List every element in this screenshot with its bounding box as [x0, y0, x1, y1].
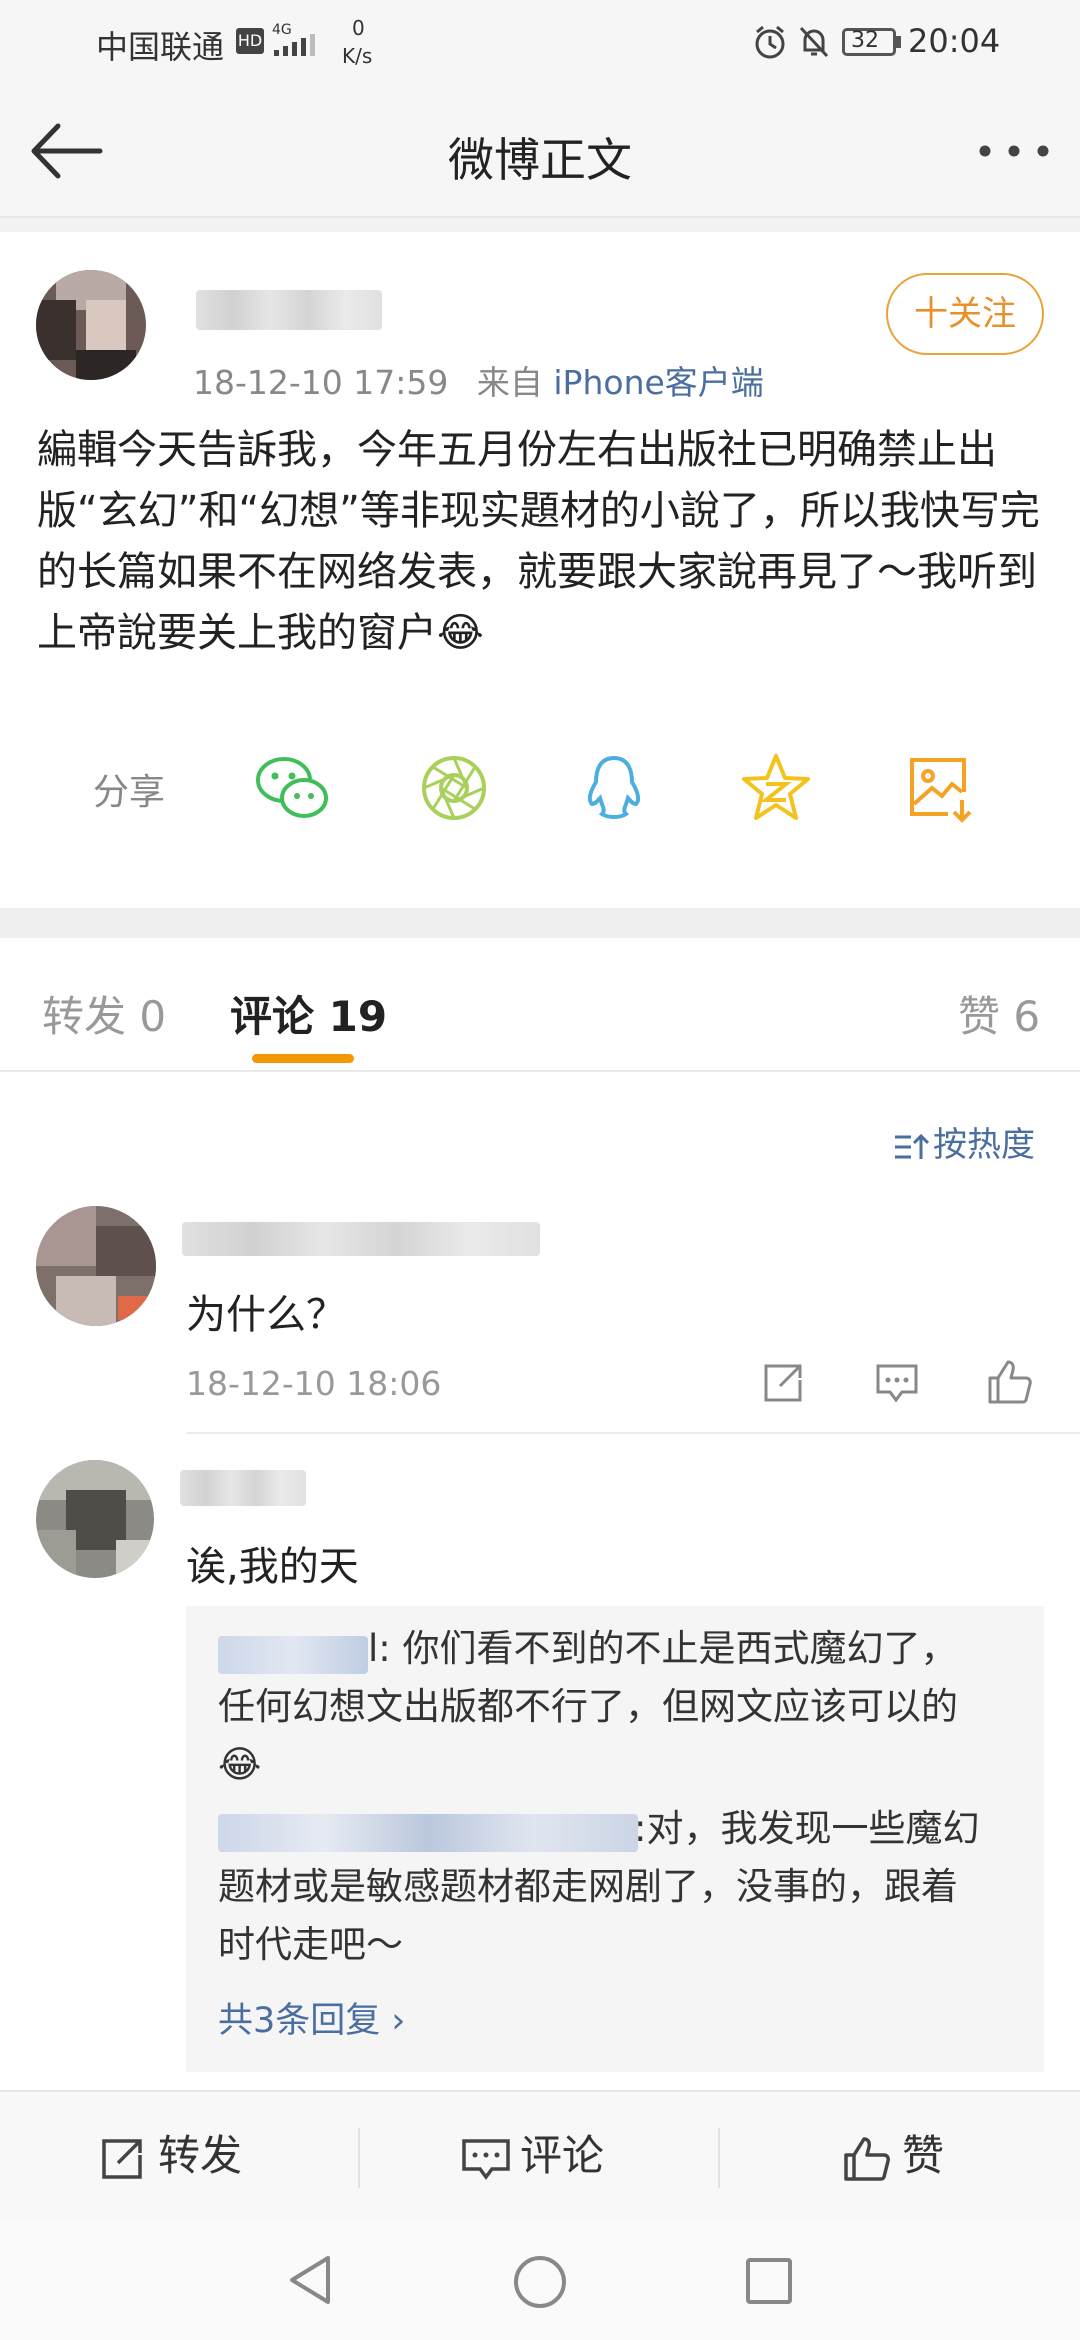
tab-active-indicator [252, 1054, 354, 1063]
like-icon[interactable] [984, 1356, 1034, 1406]
system-nav-bar [0, 2222, 1080, 2340]
speed-value: 0 [352, 16, 365, 40]
reply-emoji: 😂 [218, 1743, 262, 1786]
author-avatar[interactable] [36, 270, 146, 380]
signal-icon [274, 34, 315, 56]
recents-square-icon[interactable] [744, 2256, 794, 2306]
commenter-avatar[interactable] [36, 1206, 156, 1326]
bottom-action-bar: 转发 评论 赞 [0, 2090, 1080, 2222]
reply-text: :对，我发现一些魔幻 [634, 1807, 980, 1850]
status-bar: 中国联通 HD 4G 0 K/s 32 20:04 [0, 0, 1080, 84]
alarm-icon [755, 25, 785, 59]
post-text: 編輯今天告訴我，今年五月份左右出版社已明确禁止出版“玄幻”和“幻想”等非现实題材… [37, 427, 1040, 656]
battery-icon: 32 [842, 28, 896, 56]
comment-text: 为什么？ [186, 1292, 346, 1338]
hd-badge: HD [236, 28, 264, 54]
author-name[interactable] [196, 290, 382, 330]
clock: 20:04 [908, 22, 1001, 60]
reply-preview[interactable]: l: 你们看不到的不止是西式魔幻了， 任何幻想文出版都不行了，但网文应该可以的 … [186, 1606, 1044, 2072]
follow-button[interactable]: 十关注 [886, 273, 1044, 355]
section-divider [0, 908, 1080, 938]
reply-text: 任何幻想文出版都不行了，但网文应该可以的 [218, 1685, 958, 1728]
wechat-icon[interactable] [252, 748, 332, 828]
comment-icon[interactable] [872, 1358, 922, 1408]
commenter-name[interactable] [182, 1222, 540, 1256]
qq-icon[interactable] [574, 748, 654, 828]
back-triangle-icon[interactable] [284, 2252, 334, 2308]
reply-text: 时代走吧～ [218, 1923, 403, 1966]
comment-text: 诶,我的天 [186, 1544, 359, 1590]
home-circle-icon[interactable] [512, 2254, 568, 2310]
comment-button[interactable]: 评论 [460, 2122, 604, 2183]
post-meta: 18-12-10 17:59 来自 iPhone客户端 [193, 356, 764, 404]
repost-button[interactable]: 转发 [98, 2122, 242, 2183]
carrier: 中国联通 [96, 28, 225, 66]
divider [0, 218, 1080, 232]
post-source[interactable]: iPhone客户端 [553, 363, 763, 402]
post-time: 18-12-10 17:59 [193, 363, 449, 402]
like-icon [844, 2136, 890, 2181]
reply-author[interactable] [218, 1636, 368, 1674]
page-title: 微博正文 [448, 133, 632, 187]
share-label: 分享 [93, 772, 166, 813]
repost-icon [102, 2138, 142, 2179]
sort-label: 按热度 [933, 1125, 1035, 1165]
more-icon[interactable] [978, 144, 1050, 158]
commenter-name[interactable] [180, 1470, 306, 1506]
reply-text: 题材或是敏感题材都走网剧了，没事的，跟着 [218, 1865, 958, 1908]
speed-unit: K/s [342, 44, 373, 68]
reply-author[interactable] [218, 1814, 638, 1852]
more-replies-link[interactable]: 共3条回复 › [218, 1992, 405, 2043]
sort-button[interactable]: 按热度 [893, 1117, 1035, 1166]
tab-like[interactable]: 赞 6 [958, 983, 1040, 1044]
nav-bar: 微博正文 [0, 84, 1080, 218]
save-image-icon[interactable] [900, 748, 980, 828]
commenter-avatar[interactable] [36, 1460, 154, 1578]
moments-icon[interactable] [414, 748, 494, 828]
tab-repost[interactable]: 转发 0 [42, 983, 166, 1044]
tab-comment[interactable]: 评论 19 [230, 983, 387, 1044]
reply-text: l: 你们看不到的不止是西式魔幻了， [368, 1627, 958, 1670]
source-prefix: 来自 [476, 363, 543, 402]
repost-icon[interactable] [758, 1358, 808, 1408]
comment-time: 18-12-10 18:06 [186, 1364, 442, 1403]
sort-icon [895, 1133, 930, 1159]
mute-icon [799, 26, 829, 58]
like-button[interactable]: 赞 [842, 2122, 944, 2183]
comment-icon [462, 2138, 510, 2180]
qzone-icon[interactable] [736, 748, 816, 828]
